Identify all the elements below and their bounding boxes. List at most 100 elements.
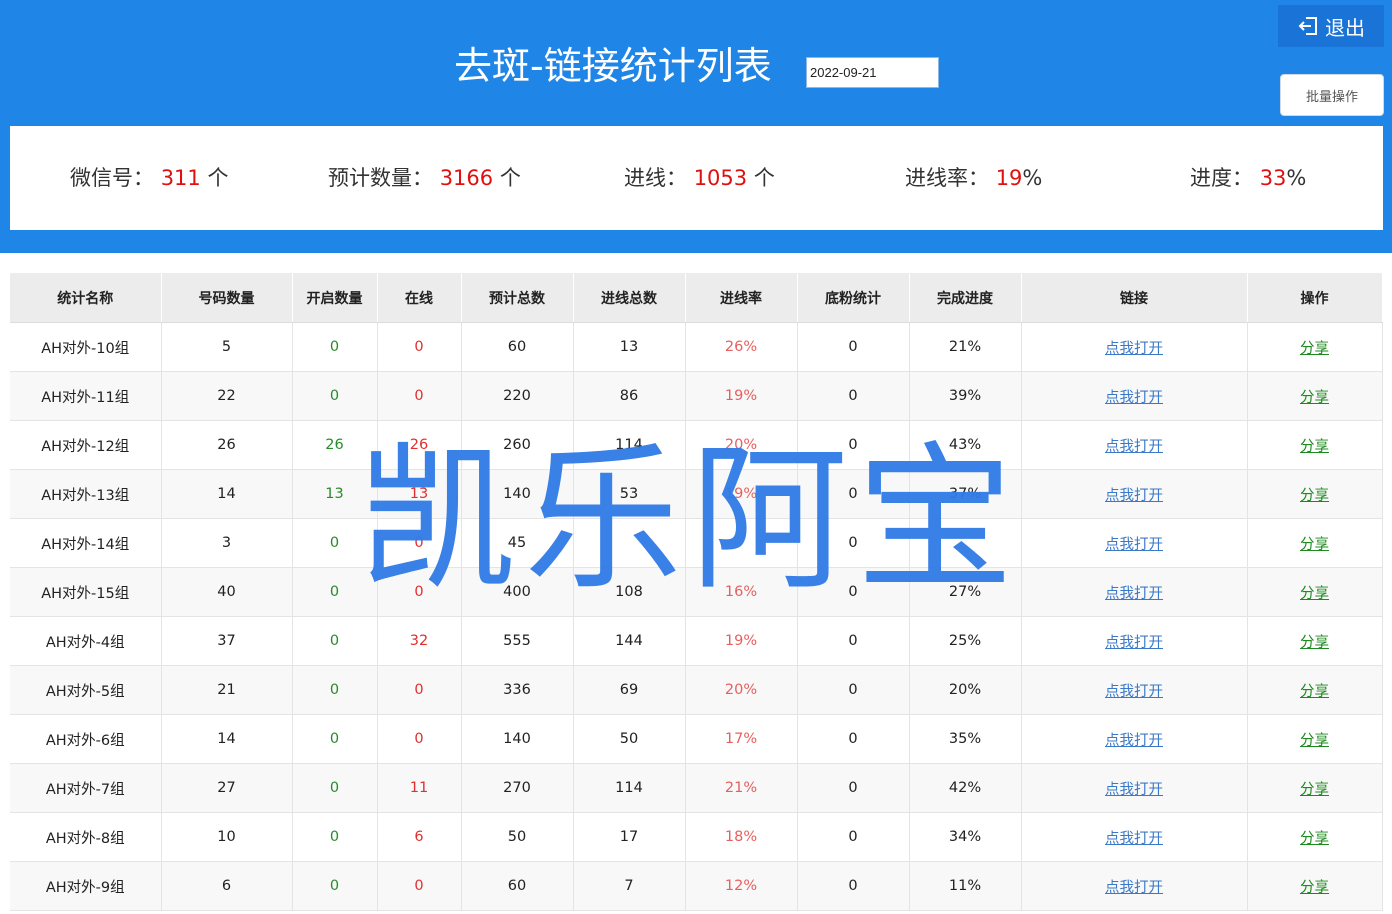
open-link[interactable]: 点我打开 — [1105, 733, 1163, 749]
share-link[interactable]: 分享 — [1300, 586, 1329, 602]
column-header-incoming: 进线总数 — [573, 273, 686, 323]
table-row: AH对外-10组 5 0 0 60 13 26% 0 21% 点我打开 分享 — [10, 322, 1383, 372]
stat-incoming: 进线： 1053 个 — [624, 126, 775, 230]
cell-base: 0 — [797, 714, 910, 764]
stat-rate: 进线率： 19% — [905, 126, 1042, 230]
open-link[interactable]: 点我打开 — [1105, 537, 1163, 553]
cell-open: 0 — [292, 518, 378, 568]
cell-progress: 25% — [909, 616, 1022, 666]
column-header-progress: 完成进度 — [909, 273, 1022, 323]
cell-action: 分享 — [1247, 322, 1383, 372]
cell-count: 14 — [161, 469, 293, 519]
table-row: AH对外-14组 3 0 0 45 0 点我打开 分享 — [10, 518, 1383, 568]
share-link[interactable]: 分享 — [1300, 733, 1329, 749]
cell-open: 13 — [292, 469, 378, 519]
cell-action: 分享 — [1247, 371, 1383, 421]
table-row: AH对外-15组 40 0 0 400 108 16% 0 27% 点我打开 分享 — [10, 567, 1383, 617]
cell-rate: 18% — [685, 812, 798, 862]
cell-online: 0 — [377, 861, 462, 911]
stat-rate-unit: % — [1022, 166, 1043, 190]
cell-base: 0 — [797, 812, 910, 862]
cell-count: 37 — [161, 616, 293, 666]
open-link[interactable]: 点我打开 — [1105, 684, 1163, 700]
cell-link: 点我打开 — [1021, 518, 1248, 568]
cell-progress: 37% — [909, 469, 1022, 519]
table-body: AH对外-10组 5 0 0 60 13 26% 0 21% 点我打开 分享 AH对外-11组 22 0 0… — [10, 322, 1383, 911]
cell-incoming: 114 — [573, 420, 686, 470]
cell-expected: 50 — [461, 812, 574, 862]
stat-incoming-unit: 个 — [753, 166, 775, 190]
cell-online: 13 — [377, 469, 462, 519]
open-link[interactable]: 点我打开 — [1105, 341, 1163, 357]
cell-incoming: 69 — [573, 665, 686, 715]
date-input[interactable] — [806, 57, 939, 88]
open-link[interactable]: 点我打开 — [1105, 831, 1163, 847]
cell-name: AH对外-14组 — [10, 518, 162, 568]
table-row: AH对外-13组 14 13 13 140 53 19% 0 37% 点我打开 分享 — [10, 469, 1383, 519]
logout-icon — [1297, 14, 1321, 38]
open-link[interactable]: 点我打开 — [1105, 439, 1163, 455]
cell-rate: 19% — [685, 371, 798, 421]
cell-name: AH对外-4组 — [10, 616, 162, 666]
column-header-rate: 进线率 — [685, 273, 798, 323]
cell-expected: 60 — [461, 322, 574, 372]
cell-action: 分享 — [1247, 812, 1383, 862]
share-link[interactable]: 分享 — [1300, 439, 1329, 455]
cell-incoming: 53 — [573, 469, 686, 519]
cell-incoming: 7 — [573, 861, 686, 911]
cell-rate: 26% — [685, 322, 798, 372]
cell-expected: 270 — [461, 763, 574, 813]
open-link[interactable]: 点我打开 — [1105, 488, 1163, 504]
stat-expected-unit: 个 — [499, 166, 521, 190]
column-header-name: 统计名称 — [10, 273, 162, 323]
cell-open: 0 — [292, 567, 378, 617]
cell-name: AH对外-8组 — [10, 812, 162, 862]
share-link[interactable]: 分享 — [1300, 684, 1329, 700]
cell-count: 10 — [161, 812, 293, 862]
table-row: AH对外-5组 21 0 0 336 69 20% 0 20% 点我打开 分享 — [10, 665, 1383, 715]
share-link[interactable]: 分享 — [1300, 635, 1329, 651]
open-link[interactable]: 点我打开 — [1105, 586, 1163, 602]
stat-incoming-label: 进线： — [624, 166, 687, 190]
cell-rate: 12% — [685, 861, 798, 911]
page-title: 去斑-链接统计列表 — [454, 44, 772, 88]
share-link[interactable]: 分享 — [1300, 390, 1329, 406]
share-link[interactable]: 分享 — [1300, 537, 1329, 553]
column-header-open: 开启数量 — [292, 273, 378, 323]
cell-incoming: 144 — [573, 616, 686, 666]
stat-wechat-unit: 个 — [207, 166, 229, 190]
logout-button[interactable]: 退出 — [1278, 5, 1384, 47]
cell-incoming — [573, 518, 686, 568]
cell-online: 0 — [377, 518, 462, 568]
cell-progress: 39% — [909, 371, 1022, 421]
cell-rate: 16% — [685, 567, 798, 617]
stat-progress-value: 33 — [1259, 166, 1287, 190]
cell-link: 点我打开 — [1021, 371, 1248, 421]
cell-base: 0 — [797, 861, 910, 911]
open-link[interactable]: 点我打开 — [1105, 880, 1163, 896]
cell-progress: 42% — [909, 763, 1022, 813]
batch-operation-button[interactable]: 批量操作 — [1280, 74, 1384, 116]
open-link[interactable]: 点我打开 — [1105, 782, 1163, 798]
cell-name: AH对外-13组 — [10, 469, 162, 519]
share-link[interactable]: 分享 — [1300, 880, 1329, 896]
cell-open: 0 — [292, 371, 378, 421]
cell-rate: 19% — [685, 469, 798, 519]
open-link[interactable]: 点我打开 — [1105, 390, 1163, 406]
open-link[interactable]: 点我打开 — [1105, 635, 1163, 651]
cell-link: 点我打开 — [1021, 665, 1248, 715]
share-link[interactable]: 分享 — [1300, 341, 1329, 357]
table-row: AH对外-12组 26 26 26 260 114 20% 0 43% 点我打开 分享 — [10, 420, 1383, 470]
share-link[interactable]: 分享 — [1300, 782, 1329, 798]
cell-base: 0 — [797, 371, 910, 421]
cell-online: 0 — [377, 371, 462, 421]
cell-link: 点我打开 — [1021, 861, 1248, 911]
cell-count: 40 — [161, 567, 293, 617]
share-link[interactable]: 分享 — [1300, 488, 1329, 504]
cell-action: 分享 — [1247, 665, 1383, 715]
cell-online: 11 — [377, 763, 462, 813]
cell-name: AH对外-15组 — [10, 567, 162, 617]
cell-link: 点我打开 — [1021, 567, 1248, 617]
cell-online: 0 — [377, 665, 462, 715]
share-link[interactable]: 分享 — [1300, 831, 1329, 847]
